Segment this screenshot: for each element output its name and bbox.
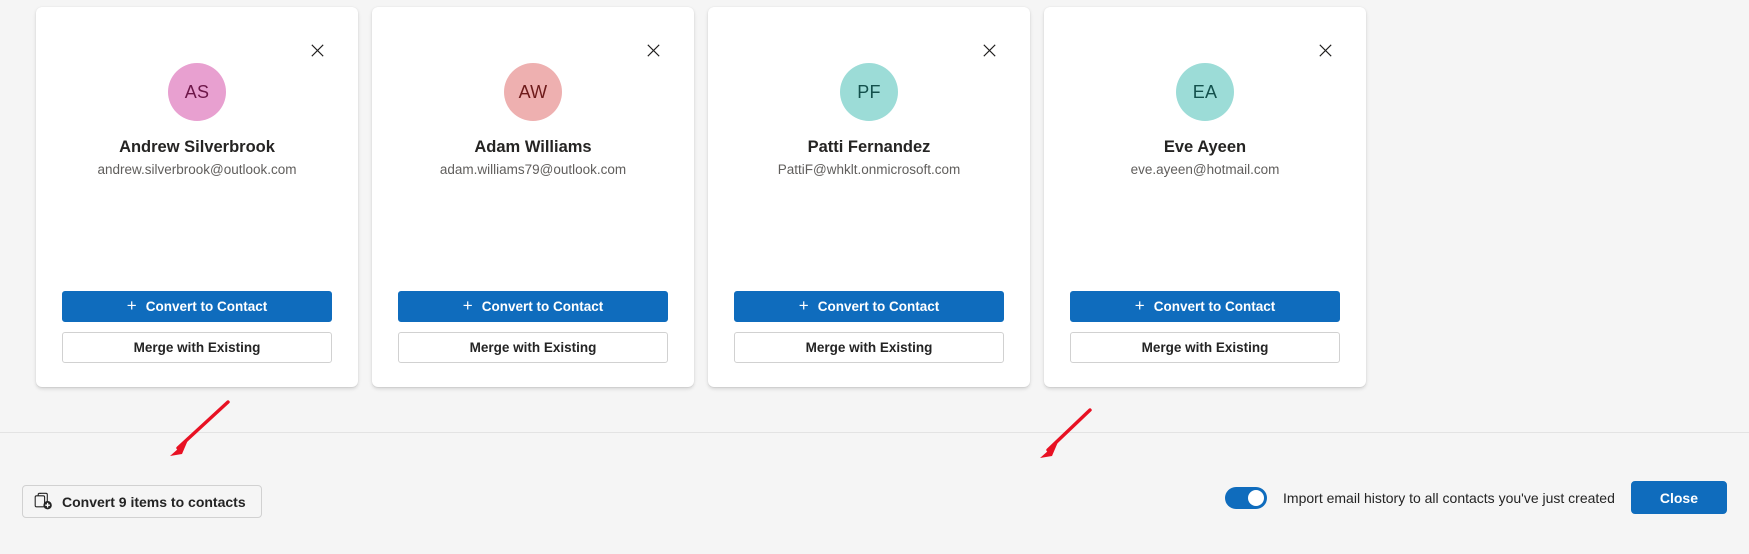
footer-bar: Convert 9 items to contacts Import email… [0, 432, 1749, 554]
merge-with-existing-button[interactable]: Merge with Existing [62, 332, 332, 363]
plus-icon: + [1134, 296, 1145, 315]
convert-all-items-label: Convert 9 items to contacts [62, 493, 246, 510]
convert-to-contact-button[interactable]: + Convert to Contact [734, 291, 1004, 322]
close-icon[interactable] [974, 35, 1004, 65]
contact-card: EA Eve Ayeen eve.ayeen@hotmail.com + Con… [1044, 7, 1366, 387]
convert-to-contact-button[interactable]: + Convert to Contact [398, 291, 668, 322]
card-actions: + Convert to Contact Merge with Existing [734, 291, 1004, 387]
toggle-knob [1248, 489, 1265, 506]
copy-add-icon [34, 492, 53, 511]
avatar: EA [1176, 63, 1234, 121]
contact-card: PF Patti Fernandez PattiF@whklt.onmicros… [708, 7, 1030, 387]
convert-to-contact-label: Convert to Contact [481, 299, 604, 314]
card-spacer [1070, 179, 1340, 291]
plus-icon: + [462, 296, 473, 315]
contact-email: PattiF@whklt.onmicrosoft.com [777, 162, 961, 178]
contact-email: eve.ayeen@hotmail.com [1130, 162, 1280, 178]
card-spacer [62, 179, 332, 291]
merge-with-existing-button[interactable]: Merge with Existing [1070, 332, 1340, 363]
convert-to-contact-label: Convert to Contact [145, 299, 268, 314]
card-actions: + Convert to Contact Merge with Existing [62, 291, 332, 387]
avatar: AW [504, 63, 562, 121]
card-spacer [398, 179, 668, 291]
import-email-history-toggle[interactable] [1225, 486, 1268, 509]
card-actions: + Convert to Contact Merge with Existing [398, 291, 668, 387]
convert-to-contact-label: Convert to Contact [817, 299, 940, 314]
convert-to-contact-button[interactable]: + Convert to Contact [1070, 291, 1340, 322]
contact-name: Patti Fernandez [807, 138, 931, 156]
convert-to-contact-button[interactable]: + Convert to Contact [62, 291, 332, 322]
close-icon[interactable] [302, 35, 332, 65]
card-actions: + Convert to Contact Merge with Existing [1070, 291, 1340, 387]
contact-name: Adam Williams [474, 138, 592, 156]
merge-with-existing-button[interactable]: Merge with Existing [398, 332, 668, 363]
footer-left-group: Convert 9 items to contacts [22, 485, 262, 518]
close-icon[interactable] [1310, 35, 1340, 65]
avatar: AS [168, 63, 226, 121]
convert-to-contact-label: Convert to Contact [1153, 299, 1276, 314]
close-icon[interactable] [638, 35, 668, 65]
contact-card: AW Adam Williams adam.williams79@outlook… [372, 7, 694, 387]
contact-cards-list: AS Andrew Silverbrook andrew.silverbrook… [0, 7, 1749, 387]
plus-icon: + [126, 296, 137, 315]
merge-with-existing-button[interactable]: Merge with Existing [734, 332, 1004, 363]
contact-email: adam.williams79@outlook.com [439, 162, 627, 178]
card-spacer [734, 179, 1004, 291]
contact-email: andrew.silverbrook@outlook.com [97, 162, 297, 178]
contact-cards-region: AS Andrew Silverbrook andrew.silverbrook… [0, 0, 1749, 432]
contact-card: AS Andrew Silverbrook andrew.silverbrook… [36, 7, 358, 387]
contact-name: Eve Ayeen [1163, 138, 1247, 156]
convert-all-items-button[interactable]: Convert 9 items to contacts [22, 485, 262, 518]
close-button[interactable]: Close [1630, 481, 1727, 514]
import-email-history-label: Import email history to all contacts you… [1283, 489, 1615, 506]
footer-right-group: Import email history to all contacts you… [1225, 481, 1727, 514]
plus-icon: + [798, 296, 809, 315]
avatar: PF [840, 63, 898, 121]
contact-name: Andrew Silverbrook [119, 138, 275, 156]
